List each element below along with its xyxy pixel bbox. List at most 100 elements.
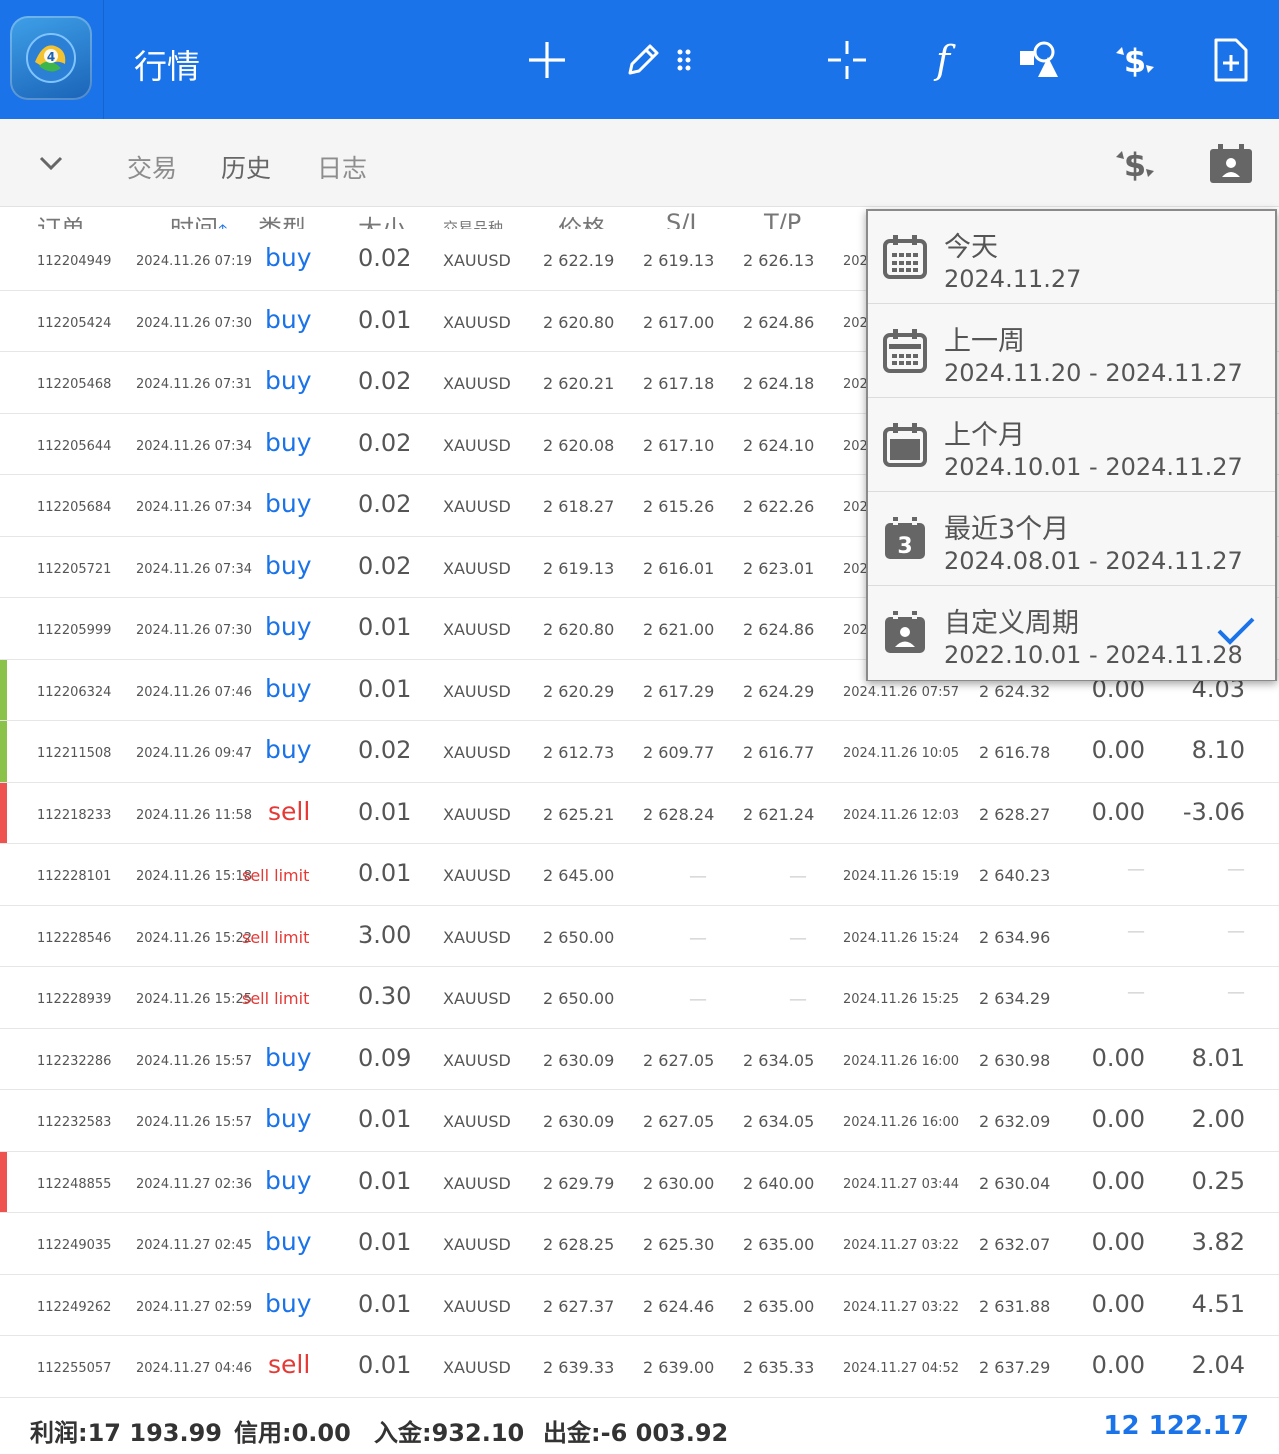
symbol: XAUUSD	[443, 743, 511, 762]
objects-icon[interactable]	[1014, 35, 1064, 85]
symbol: XAUUSD	[443, 1173, 511, 1193]
order-id: 112232583	[37, 1115, 112, 1130]
stop-loss: —	[689, 989, 707, 1010]
order-id: 112228939	[37, 992, 112, 1007]
order-type: buy	[265, 1288, 312, 1318]
plus-icon[interactable]	[522, 35, 572, 85]
pencil-icon[interactable]	[618, 35, 668, 85]
order-type: buy	[265, 1104, 312, 1133]
volume: 0.02	[358, 244, 412, 272]
order-id: 112232286	[37, 1053, 112, 1069]
credit-value: 0.00	[291, 1419, 351, 1447]
table-row[interactable]: 112232286 2024.11.26 15:57 buy 0.09 XAUUSD 2 …	[0, 1028, 1279, 1090]
period-item-last-3-months[interactable]: 3 最近3个月 2024.08.01 - 2024.11.27	[868, 493, 1275, 586]
take-profit: 2 616.77	[743, 743, 815, 762]
stop-loss: 2 617.29	[643, 681, 715, 701]
dollar-cycle-icon[interactable]: $	[1110, 139, 1160, 189]
volume: 0.01	[358, 1289, 412, 1318]
swap: 0.00	[1091, 1043, 1145, 1072]
open-price: 2 630.09	[543, 1050, 615, 1070]
page-title: 行情	[134, 47, 200, 86]
volume: 0.01	[358, 1228, 412, 1256]
stop-loss: 2 615.26	[643, 497, 715, 516]
table-row[interactable]: 112228939 2024.11.26 15:25 sell limit 0.30 X…	[0, 967, 1279, 1029]
open-time: 2024.11.26 07:34	[136, 438, 253, 454]
close-price: 2 634.96	[979, 927, 1051, 947]
order-type: buy	[265, 366, 312, 395]
volume: 3.00	[358, 920, 412, 949]
new-document-icon[interactable]	[1206, 35, 1256, 85]
calendar-month-icon	[882, 421, 928, 469]
open-price: 2 628.25	[543, 1235, 615, 1254]
crosshair-icon[interactable]	[822, 35, 872, 85]
table-row[interactable]: 112248855 2024.11.27 02:36 buy 0.01 XAUUSD 2 …	[0, 1151, 1279, 1213]
order-id: 112211508	[37, 746, 112, 761]
metatrader-logo-icon: 4	[10, 16, 92, 100]
open-time: 2024.11.26 07:19	[136, 254, 253, 269]
take-profit: —	[789, 866, 807, 887]
withdrawal-summary: 出金:-6 003.92	[543, 1413, 728, 1448]
table-row[interactable]: 112232583 2024.11.26 15:57 buy 0.01 XAUUSD 2 …	[0, 1090, 1279, 1152]
table-row[interactable]: 112249035 2024.11.27 02:45 buy 0.01 XAUUSD 2 …	[0, 1213, 1279, 1275]
stop-loss: 2 627.05	[643, 1112, 715, 1131]
svg-text:f: f	[933, 38, 956, 82]
dollar-cycle-icon[interactable]: $	[1110, 35, 1160, 85]
order-id: 112249035	[37, 1238, 112, 1253]
table-row[interactable]: 112249262 2024.11.27 02:59 buy 0.01 XAUUSD 2 …	[0, 1274, 1279, 1336]
tab-journal[interactable]: 日志	[317, 149, 367, 185]
symbol: XAUUSD	[443, 1296, 511, 1316]
volume: 0.01	[358, 1105, 412, 1133]
tab-trade[interactable]: 交易	[127, 149, 177, 185]
open-time: 2024.11.27 02:59	[136, 1299, 253, 1315]
swap: 0.00	[1091, 1351, 1145, 1379]
period-item-last-month[interactable]: 上个月 2024.10.01 - 2024.11.27	[868, 399, 1275, 492]
deposit-value: 932.10	[431, 1419, 525, 1447]
period-title: 今天	[944, 232, 998, 263]
stop-loss: 2 609.77	[643, 743, 715, 762]
take-profit: —	[789, 927, 807, 949]
period-item-custom[interactable]: 自定义周期 2022.10.01 - 2024.11.28	[868, 587, 1275, 680]
open-price: 2 620.21	[543, 374, 615, 393]
symbol: XAUUSD	[443, 927, 511, 947]
app-logo[interactable]: 4	[0, 0, 104, 119]
take-profit: 2 621.24	[743, 804, 815, 824]
close-time: 2024.11.27 03:22	[843, 1299, 960, 1315]
symbol: XAUUSD	[443, 558, 511, 578]
withdrawal-label: 出金:	[543, 1419, 601, 1447]
tab-history[interactable]: 历史	[221, 149, 271, 185]
function-icon[interactable]: f	[918, 35, 968, 85]
take-profit: 2 624.86	[743, 620, 815, 639]
table-row[interactable]: 112211508 2024.11.26 09:47 buy 0.02 XAUUSD 2 …	[0, 721, 1279, 783]
tab-bar: 交易 历史 日志 $	[0, 119, 1279, 207]
period-item-last-week[interactable]: 上一周 2024.11.20 - 2024.11.27	[868, 305, 1275, 398]
drag-handle-icon[interactable]	[672, 35, 696, 85]
period-title: 上一周	[944, 326, 1025, 357]
profit: 0.25	[1191, 1166, 1245, 1195]
open-price: 2 630.09	[543, 1112, 615, 1131]
take-profit: 2 634.05	[743, 1050, 815, 1070]
profit: 2.04	[1191, 1351, 1245, 1379]
order-id: 112206324	[37, 684, 112, 700]
swap: 0.00	[1091, 1228, 1145, 1256]
close-price: 2 630.98	[979, 1050, 1051, 1070]
table-row[interactable]: 112228101 2024.11.26 15:18 sell limit 0.01 X…	[0, 844, 1279, 906]
order-id: 112248855	[37, 1176, 112, 1192]
order-type: buy	[265, 550, 312, 580]
calendar-period-icon[interactable]	[1206, 139, 1256, 189]
stop-loss: 2 624.46	[643, 1296, 715, 1316]
profit: 3.82	[1191, 1228, 1245, 1256]
table-row[interactable]: 112228546 2024.11.26 15:22 sell limit 3.00 X…	[0, 905, 1279, 967]
result-indicator-bar	[0, 659, 7, 720]
order-type: buy	[265, 612, 312, 641]
period-item-today[interactable]: 今天 2024.11.27	[868, 211, 1275, 304]
open-price: 2 627.37	[543, 1296, 615, 1316]
chevron-down-icon[interactable]	[36, 151, 66, 175]
open-time: 2024.11.26 09:47	[136, 746, 253, 761]
profit: 4.51	[1191, 1289, 1245, 1318]
take-profit: 2 640.00	[743, 1173, 815, 1193]
table-row[interactable]: 112255057 2024.11.27 04:46 sell 0.01 XAUUSD 2…	[0, 1336, 1279, 1398]
symbol: XAUUSD	[443, 1050, 511, 1070]
table-row[interactable]: 112218233 2024.11.26 11:58 sell 0.01 XAUUSD 2…	[0, 782, 1279, 844]
stop-loss: 2 616.01	[643, 558, 715, 578]
open-price: 2 620.80	[543, 620, 615, 639]
